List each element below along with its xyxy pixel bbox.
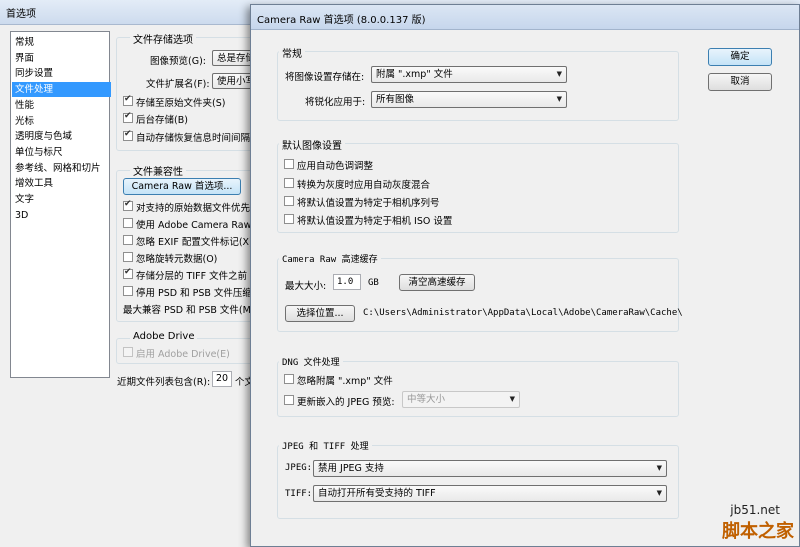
jpeg-preview-size-value: 中等大小 [407,394,446,405]
sidebar-item[interactable]: 参考线、网格和切片 [15,161,107,176]
tiff-handling-value: 自动打开所有受支持的 TIFF [318,488,436,499]
sidebar-item[interactable]: 常规 [15,35,107,50]
cache-path: C:\Users\Administrator\AppData\Local\Ado… [363,308,683,318]
cache-max-size-input[interactable]: 1.0 [333,274,361,290]
recent-files-count-input[interactable]: 20 [212,371,232,387]
sidebar-item[interactable]: 文件处理 [12,82,111,98]
camera-raw-titlebar[interactable]: Camera Raw 首选项 (8.0.0.137 版) [251,5,799,30]
save-settings-value: 附属 ".xmp" 文件 [376,69,453,80]
save-original-folder-checkbox[interactable] [123,94,133,106]
chevron-down-icon: ▼ [509,395,515,403]
save-original-folder-label: 存储至原始文件夹(S) [136,98,226,109]
dng-title: DNG 文件处理 [279,355,343,368]
sidebar-item[interactable]: 界面 [15,51,107,66]
auto-grayscale-label: 转换为灰度时应用自动灰度混合 [297,180,431,191]
recent-files-label: 近期文件列表包含(R): [117,377,211,388]
sharpen-select[interactable]: 所有图像 ▼ [371,91,567,108]
auto-tone-label: 应用自动色调调整 [297,161,374,172]
layered-tiff-label: 存储分层的 TIFF 文件之前 [136,271,248,282]
sidebar-item[interactable]: 透明度与色域 [15,129,107,144]
select-location-button[interactable]: 选择位置... [285,305,355,322]
chevron-down-icon: ▼ [656,489,662,497]
chevron-down-icon: ▼ [656,464,662,472]
watermark-site: jb51.net [730,503,780,517]
purge-cache-button[interactable]: 清空高速缓存 [399,274,475,291]
watermark-brand: 脚本之家 [722,521,794,542]
jpeg-handling-select[interactable]: 禁用 JPEG 支持 ▼ [313,460,667,477]
tiff-handling-select[interactable]: 自动打开所有受支持的 TIFF ▼ [313,485,667,502]
disable-compression-checkbox[interactable] [123,286,133,296]
default-image-settings-title: 默认图像设置 [279,137,345,152]
ignore-rotation-checkbox[interactable] [123,252,133,262]
sidebar-item[interactable]: 性能 [15,98,107,113]
general-title: 常规 [279,45,305,60]
prefer-raw-label: 对支持的原始数据文件优先 [136,203,251,214]
background-save-label: 后台存储(B) [136,115,188,126]
auto-tone-checkbox[interactable] [284,159,294,169]
update-jpeg-preview-label: 更新嵌入的 JPEG 预览: [297,397,395,408]
ignore-xmp-checkbox[interactable] [284,374,294,384]
adobe-drive-title: Adobe Drive [130,331,198,342]
layered-tiff-checkbox[interactable] [123,267,133,279]
cache-max-size-label: 最大大小: [285,281,327,292]
update-jpeg-preview-checkbox[interactable] [284,395,294,405]
camera-iso-checkbox[interactable] [284,214,294,224]
save-settings-label: 将图像设置存储在: [285,72,365,83]
camera-iso-label: 将默认值设置为特定于相机 ISO 设置 [297,216,453,227]
autosave-label: 自动存储恢复信息时间间隔 [136,133,251,144]
sidebar-item[interactable]: 光标 [15,114,107,129]
camera-serial-label: 将默认值设置为特定于相机序列号 [297,198,440,209]
sidebar-item[interactable]: 增效工具 [15,176,107,191]
cache-unit-label: GB [368,278,379,288]
general-group [277,51,679,121]
tiff-label: TIFF: [285,489,313,499]
sidebar-item[interactable]: 文字 [15,192,107,207]
preferences-category-list[interactable]: 常规 界面 同步设置 文件处理 性能 光标 透明度与色域 单位与标尺 参考线、网格和切片 增效工具… [10,31,111,378]
jpeg-label: JPEG: [285,463,313,473]
camera-raw-preferences-dialog: Camera Raw 首选项 (8.0.0.137 版) 确定 取消 常规 将图… [250,4,800,547]
use-acr-label: 使用 Adobe Camera Raw 将 [136,220,264,231]
background-save-checkbox[interactable] [123,111,133,123]
sidebar-item[interactable]: 3D [15,208,107,223]
cancel-button[interactable]: 取消 [708,73,772,91]
sidebar-item[interactable]: 单位与标尺 [15,145,107,160]
sharpen-label: 将锐化应用于: [305,97,366,108]
file-save-options-title: 文件存储选项 [130,31,196,46]
camera-raw-title: Camera Raw 首选项 (8.0.0.137 版) [257,15,426,26]
enable-adobe-drive-label: 启用 Adobe Drive(E) [136,349,230,360]
autosave-checkbox[interactable] [123,129,133,141]
dng-group [277,361,679,417]
max-compat-label: 最大兼容 PSD 和 PSB 文件(M) [123,305,255,316]
ok-button[interactable]: 确定 [708,48,772,66]
save-settings-select[interactable]: 附属 ".xmp" 文件 ▼ [371,66,567,83]
jpeg-tiff-group [277,445,679,519]
camera-raw-preferences-button[interactable]: Camera Raw 首选项... [123,178,241,195]
cache-title: Camera Raw 高速缓存 [279,252,381,265]
disable-compression-label: 停用 PSD 和 PSB 文件压缩 [136,288,252,299]
jpeg-tiff-title: JPEG 和 TIFF 处理 [279,439,372,452]
use-acr-checkbox[interactable] [123,218,133,228]
file-extension-label: 文件扩展名(F): [146,79,210,90]
prefer-raw-checkbox[interactable] [123,199,133,211]
chevron-down-icon: ▼ [556,95,562,103]
site-watermark: jb51.net 脚本之家 [680,487,800,547]
preferences-title: 首选项 [6,9,36,20]
file-compatibility-title: 文件兼容性 [130,163,186,178]
sharpen-value: 所有图像 [376,94,415,105]
sidebar-item[interactable]: 同步设置 [15,66,107,81]
jpeg-preview-size-select[interactable]: 中等大小 ▼ [402,391,520,408]
ignore-exif-label: 忽略 EXIF 配置文件标记(X) [136,237,253,248]
jpeg-handling-value: 禁用 JPEG 支持 [318,463,384,474]
ignore-xmp-label: 忽略附属 ".xmp" 文件 [297,376,393,387]
chevron-down-icon: ▼ [556,70,562,78]
camera-serial-checkbox[interactable] [284,196,294,206]
ignore-rotation-label: 忽略旋转元数据(O) [136,254,218,265]
image-preview-label: 图像预览(G): [150,56,206,67]
enable-adobe-drive-checkbox[interactable] [123,347,133,357]
auto-grayscale-checkbox[interactable] [284,178,294,188]
ignore-exif-checkbox[interactable] [123,235,133,245]
